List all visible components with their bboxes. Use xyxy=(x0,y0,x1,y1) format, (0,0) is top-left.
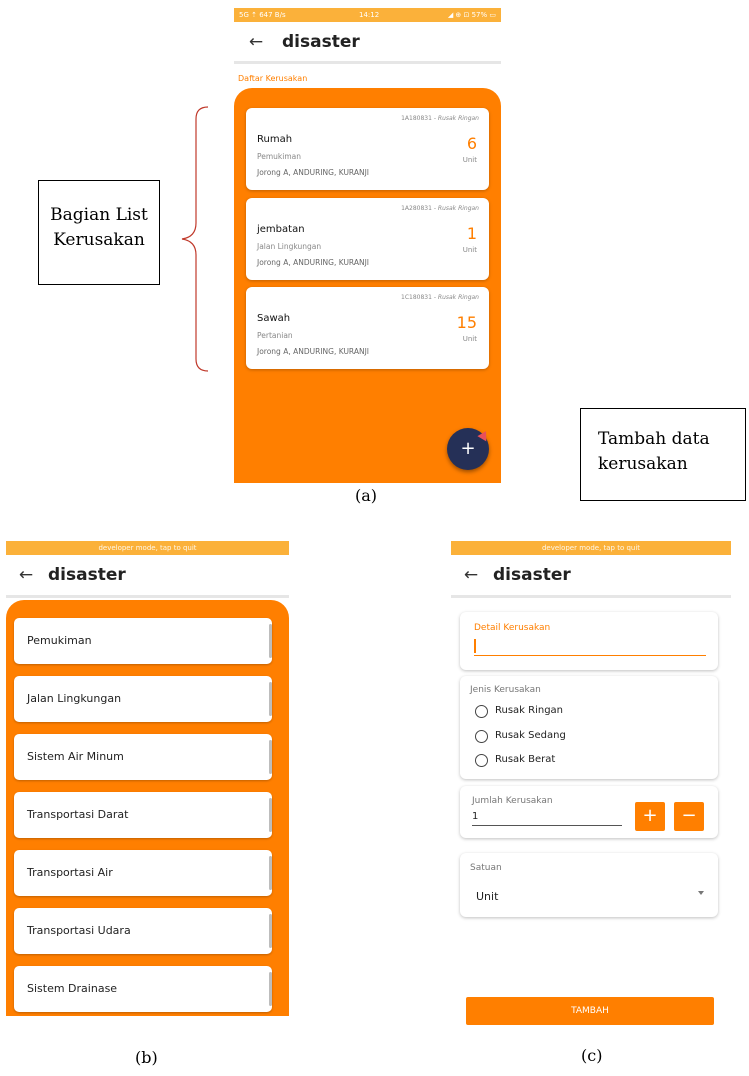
app-title: disaster xyxy=(282,31,360,52)
damage-card[interactable]: 1A180831 - Rusak Ringan Rumah Pemukiman … xyxy=(246,108,489,190)
damage-card[interactable]: 1A280831 - Rusak Ringan jembatan Jalan L… xyxy=(246,198,489,280)
developer-mode-bar[interactable]: developer mode, tap to quit xyxy=(6,541,289,555)
caption-a: (a) xyxy=(355,486,378,505)
caption-c: (c) xyxy=(581,1046,603,1065)
curly-brace-icon xyxy=(181,106,209,372)
severity-label: Rusak Ringan xyxy=(437,115,479,122)
damage-code: 1A180831 - Rusak Ringan xyxy=(401,115,479,122)
add-annotation: Tambah data kerusakan xyxy=(580,408,746,501)
app-title: disaster xyxy=(48,565,126,585)
satuan-value: Unit xyxy=(476,890,499,903)
status-bar: 5G ⇡ 647 B/s 14:12 ◢ ⊕ ⊡ 57% ▭ xyxy=(234,8,501,22)
radio-rusak-sedang[interactable] xyxy=(475,730,488,743)
detail-card: Detail Kerusakan xyxy=(460,612,718,670)
text-cursor xyxy=(474,639,476,653)
jumlah-input[interactable]: 1 xyxy=(472,808,622,826)
app-title: disaster xyxy=(493,565,571,585)
radio-rusak-berat[interactable] xyxy=(475,754,488,767)
damage-name: Rumah xyxy=(257,134,293,145)
app-bar: ← disaster xyxy=(451,555,731,598)
category-item-transportasi-udara[interactable]: Transportasi Udara xyxy=(14,908,272,954)
clock: 14:12 xyxy=(359,11,380,19)
category-item-jalan-lingkungan[interactable]: Jalan Lingkungan xyxy=(14,676,272,722)
back-arrow-icon[interactable]: ← xyxy=(12,565,40,585)
detail-label: Detail Kerusakan xyxy=(474,623,551,633)
developer-mode-bar[interactable]: developer mode, tap to quit xyxy=(451,541,731,555)
caption-b: (b) xyxy=(135,1048,158,1067)
radio-label-rusak-berat[interactable]: Rusak Berat xyxy=(495,754,555,765)
detail-input[interactable] xyxy=(474,636,706,656)
damage-unit: Unit xyxy=(462,335,477,343)
damage-card[interactable]: 1C180831 - Rusak Ringan Sawah Pertanian … xyxy=(246,287,489,369)
damage-category: Pemukiman xyxy=(257,152,302,161)
damage-location: Jorong A, ANDURING, KURANJI xyxy=(257,258,370,267)
damage-location: Jorong A, ANDURING, KURANJI xyxy=(257,168,370,177)
radio-rusak-ringan[interactable] xyxy=(475,705,488,718)
damage-quantity: 6 xyxy=(466,134,477,153)
tambah-button[interactable]: TAMBAH xyxy=(466,997,714,1025)
category-item-transportasi-air[interactable]: Transportasi Air xyxy=(14,850,272,896)
jenis-label: Jenis Kerusakan xyxy=(470,685,541,695)
damage-name: jembatan xyxy=(257,224,305,235)
satuan-label: Satuan xyxy=(470,863,502,873)
jenis-card: Jenis Kerusakan Rusak Ringan Rusak Sedan… xyxy=(460,676,718,779)
category-item-sistem-drainase[interactable]: Sistem Drainase xyxy=(14,966,272,1012)
severity-label: Rusak Ringan xyxy=(437,205,479,212)
damage-name: Sawah xyxy=(257,313,291,324)
damage-category: Jalan Lingkungan xyxy=(257,242,322,251)
damage-location: Jorong A, ANDURING, KURANJI xyxy=(257,347,370,356)
severity-label: Rusak Ringan xyxy=(437,294,479,301)
jumlah-label: Jumlah Kerusakan xyxy=(472,796,553,806)
radio-label-rusak-ringan[interactable]: Rusak Ringan xyxy=(495,705,563,716)
battery-status: ◢ ⊕ ⊡ 57% ▭ xyxy=(447,11,496,19)
category-item-sistem-air-minum[interactable]: Sistem Air Minum xyxy=(14,734,272,780)
category-item-pemukiman[interactable]: Pemukiman xyxy=(14,618,272,664)
damage-quantity: 1 xyxy=(466,224,477,243)
list-annotation: Bagian List Kerusakan xyxy=(38,180,160,285)
damage-unit: Unit xyxy=(462,246,477,254)
dropdown-arrow-icon xyxy=(698,891,704,895)
damage-category: Pertanian xyxy=(257,331,293,340)
damage-code: 1C180831 - Rusak Ringan xyxy=(401,294,479,301)
increment-button[interactable]: + xyxy=(635,802,665,831)
damage-quantity: 15 xyxy=(456,313,477,332)
damage-code: 1A280831 - Rusak Ringan xyxy=(401,205,479,212)
category-item-transportasi-darat[interactable]: Transportasi Darat xyxy=(14,792,272,838)
app-bar: ← disaster xyxy=(6,555,289,598)
network-status: 5G ⇡ 647 B/s xyxy=(239,11,286,19)
back-arrow-icon[interactable]: ← xyxy=(457,565,485,585)
back-arrow-icon[interactable]: ← xyxy=(242,32,270,52)
satuan-card: Satuan Unit xyxy=(460,853,718,917)
damage-unit: Unit xyxy=(462,156,477,164)
section-title: Daftar Kerusakan xyxy=(238,74,308,83)
satuan-select[interactable]: Unit xyxy=(476,885,704,905)
category-item-partial[interactable] xyxy=(14,1022,272,1030)
decrement-button[interactable]: − xyxy=(674,802,704,831)
app-bar: ← disaster xyxy=(234,22,501,64)
radio-label-rusak-sedang[interactable]: Rusak Sedang xyxy=(495,730,566,741)
